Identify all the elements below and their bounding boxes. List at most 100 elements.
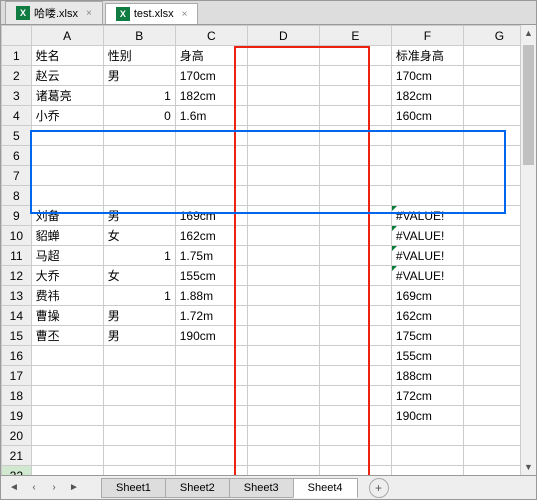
cell[interactable]: #VALUE!	[391, 226, 463, 246]
sheet-nav-first[interactable]: ◄	[5, 479, 23, 497]
cell[interactable]	[319, 446, 391, 466]
cell[interactable]	[31, 126, 103, 146]
cell[interactable]	[247, 106, 319, 126]
cell[interactable]	[247, 246, 319, 266]
cell[interactable]: 身高	[175, 46, 247, 66]
cell[interactable]	[247, 186, 319, 206]
cell[interactable]	[31, 386, 103, 406]
cell[interactable]	[175, 126, 247, 146]
cell[interactable]	[319, 326, 391, 346]
cell[interactable]: 男	[103, 306, 175, 326]
column-header[interactable]: E	[319, 26, 391, 46]
row-header[interactable]: 12	[2, 266, 32, 286]
cell[interactable]: 190cm	[391, 406, 463, 426]
cell[interactable]	[391, 146, 463, 166]
cell[interactable]	[319, 126, 391, 146]
row-header[interactable]: 11	[2, 246, 32, 266]
cell[interactable]	[31, 446, 103, 466]
select-all-cell[interactable]	[2, 26, 32, 46]
cell[interactable]: 1	[103, 246, 175, 266]
cell[interactable]: 男	[103, 326, 175, 346]
cell[interactable]: 标准身高	[391, 46, 463, 66]
row-header[interactable]: 8	[2, 186, 32, 206]
cell[interactable]: 182cm	[175, 86, 247, 106]
cell[interactable]	[247, 286, 319, 306]
cell[interactable]: 貂蝉	[31, 226, 103, 246]
row-header[interactable]: 17	[2, 366, 32, 386]
row-header[interactable]: 2	[2, 66, 32, 86]
cell[interactable]	[103, 166, 175, 186]
cell[interactable]	[175, 426, 247, 446]
cell[interactable]: 1.72m	[175, 306, 247, 326]
sheet-tab[interactable]: Sheet4	[293, 478, 358, 498]
cell[interactable]: 169cm	[175, 206, 247, 226]
cell[interactable]: 诸葛亮	[31, 86, 103, 106]
column-header[interactable]: F	[391, 26, 463, 46]
row-header[interactable]: 5	[2, 126, 32, 146]
cell[interactable]	[175, 186, 247, 206]
cell[interactable]	[175, 346, 247, 366]
cell[interactable]	[175, 366, 247, 386]
cell[interactable]	[31, 366, 103, 386]
cell[interactable]: #VALUE!	[391, 206, 463, 226]
cell[interactable]	[31, 346, 103, 366]
cell[interactable]	[31, 426, 103, 446]
cell[interactable]	[175, 146, 247, 166]
row-header[interactable]: 19	[2, 406, 32, 426]
cell[interactable]: 169cm	[391, 286, 463, 306]
cell[interactable]	[391, 166, 463, 186]
row-header[interactable]: 3	[2, 86, 32, 106]
cell[interactable]: 姓名	[31, 46, 103, 66]
cell[interactable]: 1	[103, 286, 175, 306]
cell[interactable]	[247, 346, 319, 366]
row-header[interactable]: 16	[2, 346, 32, 366]
cell[interactable]	[31, 146, 103, 166]
cell[interactable]	[247, 226, 319, 246]
sheet-nav-prev[interactable]: ‹	[25, 479, 43, 497]
cell[interactable]: 155cm	[175, 266, 247, 286]
cell[interactable]	[319, 186, 391, 206]
cell[interactable]	[103, 426, 175, 446]
cell[interactable]	[247, 66, 319, 86]
row-header[interactable]: 18	[2, 386, 32, 406]
cell[interactable]	[31, 166, 103, 186]
row-header[interactable]: 4	[2, 106, 32, 126]
cell[interactable]	[175, 406, 247, 426]
scroll-thumb[interactable]	[523, 45, 534, 165]
cell[interactable]	[247, 446, 319, 466]
cell[interactable]	[319, 246, 391, 266]
cell[interactable]	[319, 46, 391, 66]
sheet-nav-next[interactable]: ›	[45, 479, 63, 497]
scroll-up-arrow[interactable]: ▲	[521, 25, 536, 41]
cell[interactable]: #VALUE!	[391, 266, 463, 286]
cell[interactable]	[391, 426, 463, 446]
cell[interactable]	[319, 66, 391, 86]
cell[interactable]: 女	[103, 266, 175, 286]
row-header[interactable]: 7	[2, 166, 32, 186]
sheet-tab[interactable]: Sheet1	[101, 478, 166, 498]
cell[interactable]: 女	[103, 226, 175, 246]
cell[interactable]	[247, 46, 319, 66]
cell[interactable]	[247, 166, 319, 186]
column-header[interactable]: B	[103, 26, 175, 46]
cell[interactable]	[247, 146, 319, 166]
cell[interactable]: 182cm	[391, 86, 463, 106]
file-tab[interactable]: X哈喽.xlsx×	[5, 1, 103, 24]
cell[interactable]	[391, 446, 463, 466]
cell[interactable]	[247, 126, 319, 146]
cell[interactable]	[247, 86, 319, 106]
cell[interactable]	[247, 206, 319, 226]
cell[interactable]	[31, 186, 103, 206]
cell[interactable]: 刘备	[31, 206, 103, 226]
cell[interactable]	[319, 106, 391, 126]
cell[interactable]: 1.88m	[175, 286, 247, 306]
column-header[interactable]: D	[247, 26, 319, 46]
sheet-tab[interactable]: Sheet3	[229, 478, 294, 498]
cell[interactable]: 188cm	[391, 366, 463, 386]
cell[interactable]: 0	[103, 106, 175, 126]
cell[interactable]: 155cm	[391, 346, 463, 366]
row-header[interactable]: 6	[2, 146, 32, 166]
cell[interactable]: 男	[103, 206, 175, 226]
cell[interactable]	[247, 266, 319, 286]
close-icon[interactable]: ×	[182, 9, 188, 20]
